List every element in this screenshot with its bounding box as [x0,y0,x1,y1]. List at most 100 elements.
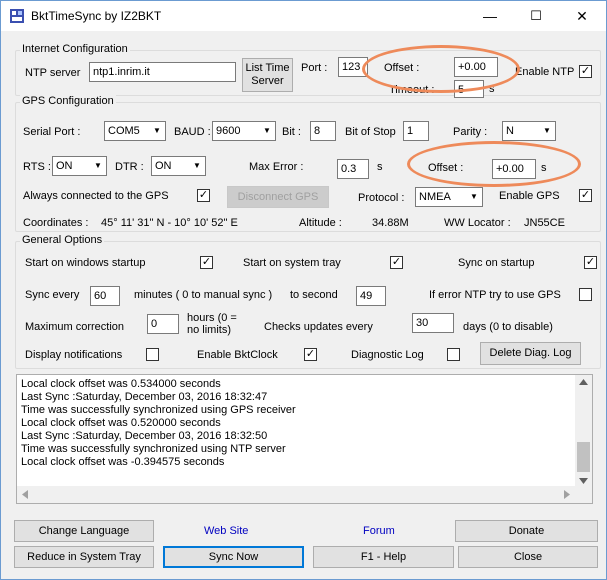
max-correction-input[interactable]: 0 [147,314,179,334]
chevron-down-icon: ▼ [189,157,205,175]
locator-value: JN55CE [524,217,565,229]
diag-log-checkbox[interactable] [447,348,460,361]
protocol-select[interactable]: NMEA ▼ [415,187,483,207]
start-tray-checkbox[interactable]: ✓ [390,256,403,269]
to-second-input[interactable]: 49 [356,286,386,306]
to-second-label: to second [290,289,338,301]
gps-offset-label: Offset : [428,162,464,174]
stop-bit-input[interactable]: 1 [403,121,429,141]
ntp-fallback-checkbox[interactable] [579,288,592,301]
bit-input[interactable]: 8 [310,121,336,141]
enable-gps-label: Enable GPS [499,190,560,202]
port-input[interactable]: 123 [338,57,368,77]
log-line: Time was successfully synchronized using… [21,443,286,455]
parity-select[interactable]: N ▼ [502,121,556,141]
stop-bit-label: Bit of Stop [345,126,396,138]
maximize-button[interactable]: ☐ [513,1,559,31]
ntp-server-label: NTP server [25,67,81,79]
max-error-unit: s [377,161,383,173]
always-connected-checkbox[interactable]: ✓ [197,189,210,202]
coordinates-label: Coordinates : [23,217,89,229]
enable-gps-checkbox[interactable]: ✓ [579,189,592,202]
bktclock-checkbox[interactable]: ✓ [304,348,317,361]
sync-startup-label: Sync on startup [458,257,535,269]
sync-every-label: Sync every [25,289,80,301]
enable-ntp-label: Enable NTP [515,66,575,78]
checks-updates-label: Checks updates every [264,321,373,333]
horizontal-scrollbar[interactable] [17,486,575,503]
close-window-button[interactable]: ✕ [559,1,605,31]
dtr-value: ON [155,160,172,172]
chevron-down-icon: ▼ [90,157,106,175]
chevron-left-icon[interactable] [22,490,28,499]
close-button[interactable]: Close [458,546,598,568]
rts-label: RTS : [23,161,51,173]
log-line: Local clock offset was -0.394575 seconds [21,456,225,468]
ntp-fallback-label: If error NTP try to use GPS [429,289,561,301]
start-windows-checkbox[interactable]: ✓ [200,256,213,269]
chevron-down-icon: ▼ [149,122,165,140]
log-line: Last Sync :Saturday, December 03, 2016 1… [21,391,268,403]
app-window: BktTimeSync by IZ2BKT — ☐ ✕ Internet Con… [0,0,607,580]
web-site-link[interactable]: Web Site [204,525,248,537]
window-title: BktTimeSync by IZ2BKT [31,9,162,23]
baud-value: 9600 [216,125,241,137]
ntp-server-input[interactable]: ntp1.inrim.it [89,62,236,82]
gps-offset-input[interactable]: +0.00 [492,159,536,179]
parity-label: Parity : [453,126,488,138]
general-options-legend: General Options [20,234,105,246]
serial-port-select[interactable]: COM5 ▼ [104,121,166,141]
title-bar[interactable]: BktTimeSync by IZ2BKT — ☐ ✕ [1,1,606,31]
baud-label: BAUD : [174,126,211,138]
log-line: Time was successfully synchronized using… [21,404,296,416]
forum-link[interactable]: Forum [363,525,395,537]
log-line: Local clock offset was 0.520000 seconds [21,417,221,429]
locator-label: WW Locator : [444,217,511,229]
enable-ntp-checkbox[interactable]: ✓ [579,65,592,78]
scrollbar-thumb[interactable] [577,442,590,472]
days-label: days (0 to disable) [463,321,553,333]
rts-select[interactable]: ON ▼ [52,156,107,176]
dtr-select[interactable]: ON ▼ [151,156,206,176]
minutes-label: minutes ( 0 to manual sync ) [134,289,273,301]
parity-value: N [506,125,514,137]
max-error-input[interactable]: 0.3 [337,159,369,179]
baud-select[interactable]: 9600 ▼ [212,121,276,141]
dtr-label: DTR : [115,161,144,173]
port-label: Port : [301,62,328,74]
log-line: Local clock offset was 0.534000 seconds [21,378,221,390]
minimize-button[interactable]: — [467,1,513,31]
internet-config-legend: Internet Configuration [20,43,130,55]
list-time-server-button[interactable]: List Time Server [242,58,293,92]
change-language-button[interactable]: Change Language [14,520,154,542]
serial-port-value: COM5 [108,125,140,137]
serial-port-label: Serial Port : [23,126,81,138]
vertical-scrollbar[interactable] [575,375,592,486]
notifications-checkbox[interactable] [146,348,159,361]
disconnect-gps-button[interactable]: Disconnect GPS [227,186,329,208]
start-tray-label: Start on system tray [243,257,341,269]
max-error-label: Max Error : [249,161,304,173]
always-connected-label: Always connected to the GPS [23,190,169,202]
sync-startup-checkbox[interactable]: ✓ [584,256,597,269]
sync-now-button[interactable]: Sync Now [163,546,304,568]
chevron-down-icon: ▼ [539,122,555,140]
help-button[interactable]: F1 - Help [313,546,454,568]
checks-updates-input[interactable]: 30 [412,313,454,333]
gps-offset-unit: s [541,162,547,174]
protocol-value: NMEA [419,191,451,203]
chevron-down-icon[interactable] [579,478,588,484]
timeout-input[interactable]: 5 [454,80,484,98]
start-windows-label: Start on windows startup [25,257,146,269]
delete-diag-log-button[interactable]: Delete Diag. Log [480,342,581,365]
protocol-label: Protocol : [358,192,405,204]
sync-every-input[interactable]: 60 [90,286,120,306]
scrollbar-corner [575,486,592,503]
chevron-right-icon[interactable] [564,490,570,499]
log-textbox[interactable]: Local clock offset was 0.534000 seconds … [16,374,593,504]
reduce-tray-button[interactable]: Reduce in System Tray [14,546,154,568]
donate-button[interactable]: Donate [455,520,598,542]
chevron-up-icon[interactable] [579,379,588,385]
altitude-value: 34.88M [372,217,409,229]
ntp-offset-input[interactable]: +0.00 [454,57,498,77]
